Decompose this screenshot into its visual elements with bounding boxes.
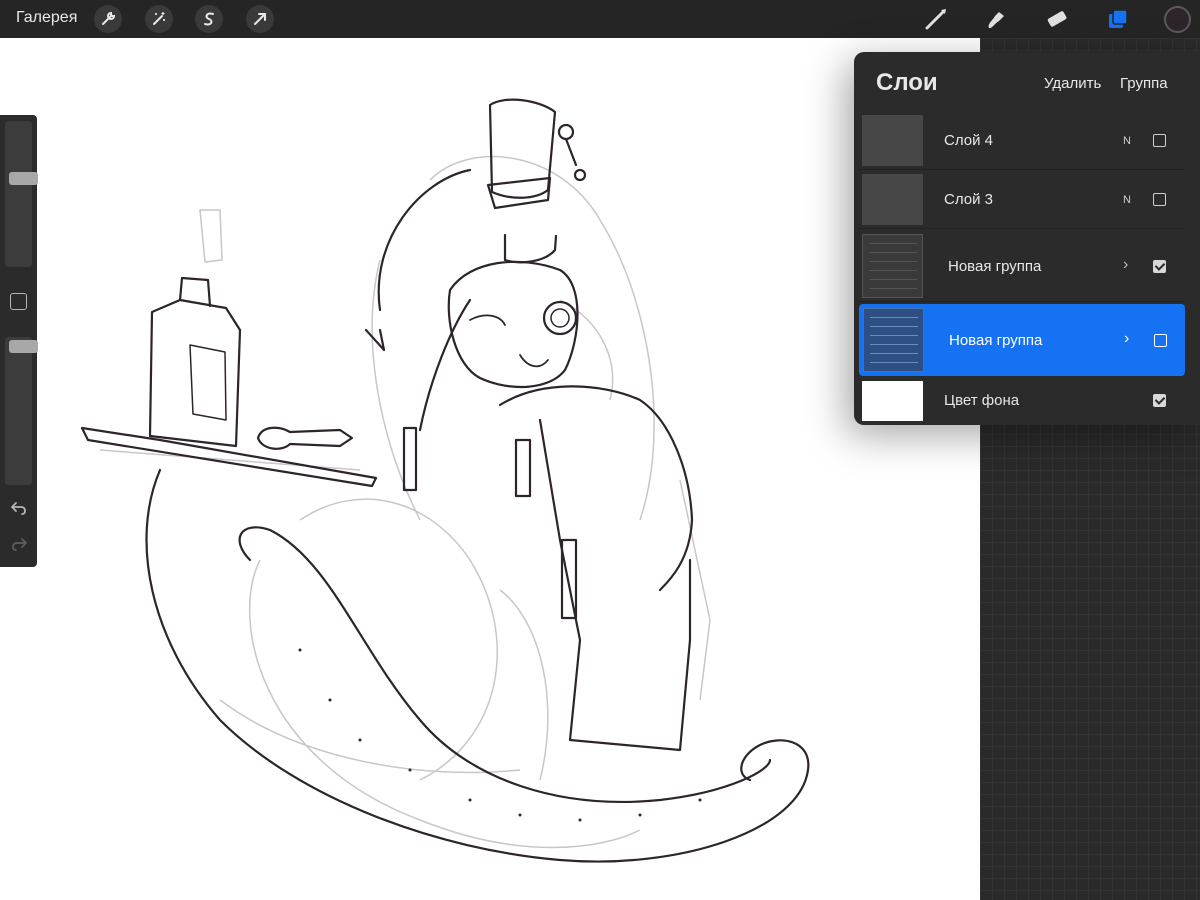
layer-group-row-selected[interactable]: Новая группа › xyxy=(859,304,1185,376)
layer-visibility-checkbox[interactable] xyxy=(1153,134,1166,147)
gallery-button[interactable]: Галерея xyxy=(16,9,77,27)
brush-size-slider[interactable] xyxy=(5,121,38,267)
group-layers-button[interactable]: Группа xyxy=(1120,75,1168,92)
layer-visibility-checkbox[interactable] xyxy=(1153,394,1166,407)
layers-panel-title: Слои xyxy=(876,69,938,96)
layer-thumbnail xyxy=(862,381,923,421)
color-picker-swatch[interactable] xyxy=(1164,6,1191,33)
top-toolbar: Галерея xyxy=(0,0,1200,38)
drawing-canvas[interactable] xyxy=(0,38,980,900)
layers-icon[interactable] xyxy=(1103,4,1133,34)
layer-name: Слой 4 xyxy=(944,132,993,149)
layers-panel: Слои Удалить Группа Слой 4 N Слой 3 N Но… xyxy=(854,52,1200,425)
chevron-right-icon[interactable]: › xyxy=(1124,330,1129,348)
redo-icon[interactable] xyxy=(9,534,29,554)
layer-row[interactable]: Слой 4 N xyxy=(858,112,1185,170)
background-color-row[interactable]: Цвет фона xyxy=(858,378,1185,436)
selection-icon[interactable] xyxy=(195,5,223,33)
layer-name: Цвет фона xyxy=(944,392,1020,409)
smudge-icon[interactable] xyxy=(981,4,1011,34)
layer-visibility-checkbox[interactable] xyxy=(1153,193,1166,206)
brush-icon[interactable] xyxy=(921,4,951,34)
layer-thumbnail xyxy=(862,115,923,166)
chevron-right-icon[interactable]: › xyxy=(1123,256,1128,274)
layer-visibility-checkbox[interactable] xyxy=(1154,334,1167,347)
layer-name: Новая группа xyxy=(948,258,1042,275)
layer-row[interactable]: Слой 3 N xyxy=(858,171,1185,229)
layer-thumbnail xyxy=(862,174,923,225)
blend-mode-button[interactable]: N xyxy=(1123,194,1131,206)
group-thumbnail xyxy=(863,308,924,372)
layer-name: Новая группа xyxy=(949,332,1043,349)
opacity-thumb[interactable] xyxy=(9,340,38,353)
delete-layer-button[interactable]: Удалить xyxy=(1044,75,1101,92)
undo-icon[interactable] xyxy=(9,498,29,518)
opacity-slider[interactable] xyxy=(5,337,38,485)
layer-visibility-checkbox[interactable] xyxy=(1153,260,1166,273)
sketch-illustration xyxy=(80,98,810,863)
layer-group-row[interactable]: Новая группа › xyxy=(858,230,1185,302)
brush-size-thumb[interactable] xyxy=(9,172,38,185)
left-sidebar xyxy=(0,115,38,567)
layer-name: Слой 3 xyxy=(944,191,993,208)
modify-square-icon[interactable] xyxy=(10,293,27,310)
magic-wand-icon[interactable] xyxy=(145,5,173,33)
transform-arrow-icon[interactable] xyxy=(246,5,274,33)
eraser-icon[interactable] xyxy=(1041,4,1071,34)
group-thumbnail xyxy=(862,234,923,298)
blend-mode-button[interactable]: N xyxy=(1123,135,1131,147)
wrench-icon[interactable] xyxy=(94,5,122,33)
